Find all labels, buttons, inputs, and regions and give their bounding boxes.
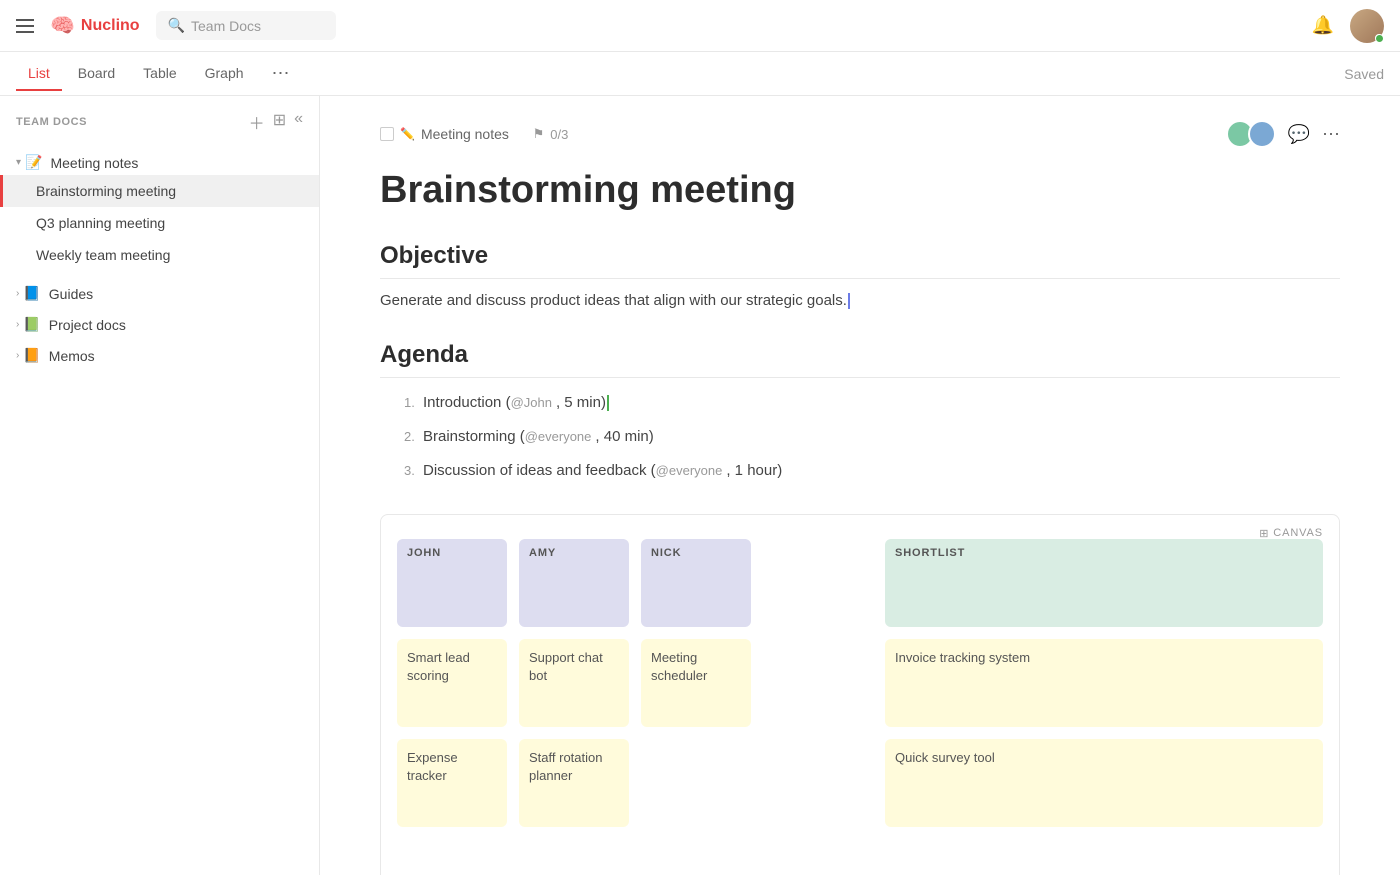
guides-icon: 📘: [23, 285, 40, 302]
nav-tabs: List Board Table Graph ⋯ Saved: [0, 52, 1400, 96]
canvas-col-shortlist: SHORTLIST: [885, 539, 1323, 627]
mention-everyone-1: @everyone: [525, 429, 592, 444]
canvas-container: ⊞ CANVAS JOHN AMY NICK SHORTLIST Smart l…: [380, 514, 1340, 875]
breadcrumb-pencil-icon: ✏️: [400, 127, 415, 141]
content-area: ✏️ Meeting notes ⚑ 0/3 💬 ⋯ Brainstorming…: [320, 96, 1400, 875]
tab-board[interactable]: Board: [66, 57, 127, 91]
agenda-item-1: 1. Introduction (@John, 5 min): [404, 388, 1340, 418]
meeting-notes-icon: 📝: [25, 154, 42, 171]
agenda-list: 1. Introduction (@John, 5 min) 2. Brains…: [380, 388, 1340, 486]
document-title: Brainstorming meeting: [380, 168, 1340, 214]
sidebar-item-meeting-notes[interactable]: ▾ 📝 Meeting notes: [0, 144, 319, 175]
agenda-item-2: 2. Brainstorming (@everyone, 40 min): [404, 422, 1340, 452]
expand-button[interactable]: ⊞: [273, 110, 286, 134]
search-icon: 🔍: [168, 17, 185, 34]
avatar-2: [1248, 120, 1276, 148]
topbar: 🧠 Nuclino 🔍 Team Docs 🔔: [0, 0, 1400, 52]
mention-john: @John: [511, 395, 552, 410]
search-placeholder: Team Docs: [191, 18, 261, 34]
card-row2-empty: [641, 739, 751, 827]
more-options-button[interactable]: ⋯: [1322, 124, 1340, 145]
canvas-label: ⊞ CANVAS: [1259, 527, 1323, 540]
tab-graph[interactable]: Graph: [193, 57, 256, 91]
logo-icon: 🧠: [50, 13, 75, 38]
memos-icon: 📙: [23, 347, 40, 364]
breadcrumb-checkbox[interactable]: [380, 127, 394, 141]
chat-button[interactable]: 💬: [1288, 124, 1310, 145]
project-docs-label: Project docs: [49, 317, 126, 333]
breadcrumb-text: Meeting notes: [421, 126, 509, 142]
project-docs-icon: 📗: [23, 316, 40, 333]
sidebar: TEAM DOCS ＋ ⊞ « ▾ 📝 Meeting notes Brains…: [0, 96, 320, 875]
text-cursor-2: [607, 395, 609, 411]
topbar-right: 🔔: [1312, 9, 1384, 43]
avatar-online-dot: [1375, 34, 1383, 42]
chevron-right-icon3: ›: [16, 350, 19, 361]
card-quick-survey[interactable]: Quick survey tool: [885, 739, 1323, 827]
card-support-chat[interactable]: Support chat bot: [519, 639, 629, 727]
notifications-bell[interactable]: 🔔: [1312, 15, 1334, 36]
add-item-button[interactable]: ＋: [249, 110, 265, 134]
card-staff-rotation[interactable]: Staff rotation planner: [519, 739, 629, 827]
content-actions: 💬 ⋯: [1226, 120, 1340, 148]
text-cursor: [848, 293, 850, 309]
progress-icon: ⚑: [533, 126, 545, 142]
main-layout: TEAM DOCS ＋ ⊞ « ▾ 📝 Meeting notes Brains…: [0, 96, 1400, 875]
canvas-col-empty: [763, 539, 873, 627]
hamburger-menu[interactable]: [16, 19, 34, 33]
chevron-right-icon: ›: [16, 288, 19, 299]
brainstorming-label: Brainstorming meeting: [36, 183, 176, 199]
memos-label: Memos: [49, 348, 95, 364]
canvas-col-nick: NICK: [641, 539, 751, 627]
canvas-icon: ⊞: [1259, 527, 1269, 540]
card-meeting-scheduler[interactable]: Meeting scheduler: [641, 639, 751, 727]
nav-more-button[interactable]: ⋯: [264, 59, 298, 88]
canvas-col-amy: AMY: [519, 539, 629, 627]
logo[interactable]: 🧠 Nuclino: [50, 13, 140, 38]
objective-heading: Objective: [380, 242, 1340, 279]
card-expense-tracker[interactable]: Expense tracker: [397, 739, 507, 827]
card-row1-empty: [763, 639, 873, 727]
collapse-button[interactable]: «: [294, 110, 303, 134]
saved-label: Saved: [1344, 66, 1384, 82]
chevron-down-icon: ▾: [16, 157, 21, 168]
meeting-notes-label: Meeting notes: [50, 155, 138, 171]
sidebar-title: TEAM DOCS: [16, 116, 87, 128]
objective-text: Generate and discuss product ideas that …: [380, 289, 1340, 313]
canvas-label-text: CANVAS: [1273, 527, 1323, 539]
chevron-right-icon2: ›: [16, 319, 19, 330]
card-smart-lead[interactable]: Smart lead scoring: [397, 639, 507, 727]
sidebar-item-guides[interactable]: › 📘 Guides: [0, 275, 319, 306]
canvas-grid: JOHN AMY NICK SHORTLIST Smart lead scori…: [397, 531, 1323, 827]
sidebar-header: TEAM DOCS ＋ ⊞ «: [0, 96, 319, 144]
card-invoice-tracking[interactable]: Invoice tracking system: [885, 639, 1323, 727]
collaborator-avatars: [1226, 120, 1276, 148]
breadcrumb-separator: [515, 126, 527, 142]
mention-everyone-2: @everyone: [656, 463, 723, 478]
q3-planning-label: Q3 planning meeting: [36, 215, 165, 231]
sidebar-item-brainstorming[interactable]: Brainstorming meeting: [0, 175, 319, 207]
search-bar[interactable]: 🔍 Team Docs: [156, 11, 336, 40]
sidebar-item-memos[interactable]: › 📙 Memos: [0, 337, 319, 368]
card-row2-empty2: [763, 739, 873, 827]
tab-table[interactable]: Table: [131, 57, 188, 91]
sidebar-item-q3-planning[interactable]: Q3 planning meeting: [0, 207, 319, 239]
guides-label: Guides: [49, 286, 93, 302]
weekly-team-label: Weekly team meeting: [36, 247, 170, 263]
content-header: ✏️ Meeting notes ⚑ 0/3 💬 ⋯: [380, 120, 1340, 148]
logo-text: Nuclino: [81, 17, 140, 35]
user-avatar[interactable]: [1350, 9, 1384, 43]
agenda-item-3: 3. Discussion of ideas and feedback (@ev…: [404, 456, 1340, 486]
sidebar-item-weekly-team[interactable]: Weekly team meeting: [0, 239, 319, 271]
progress-count: 0/3: [550, 127, 568, 142]
tab-list[interactable]: List: [16, 57, 62, 91]
agenda-heading: Agenda: [380, 341, 1340, 378]
canvas-col-john: JOHN: [397, 539, 507, 627]
sidebar-item-project-docs[interactable]: › 📗 Project docs: [0, 306, 319, 337]
breadcrumb: ✏️ Meeting notes ⚑ 0/3: [380, 126, 568, 142]
sidebar-actions: ＋ ⊞ «: [249, 110, 303, 134]
